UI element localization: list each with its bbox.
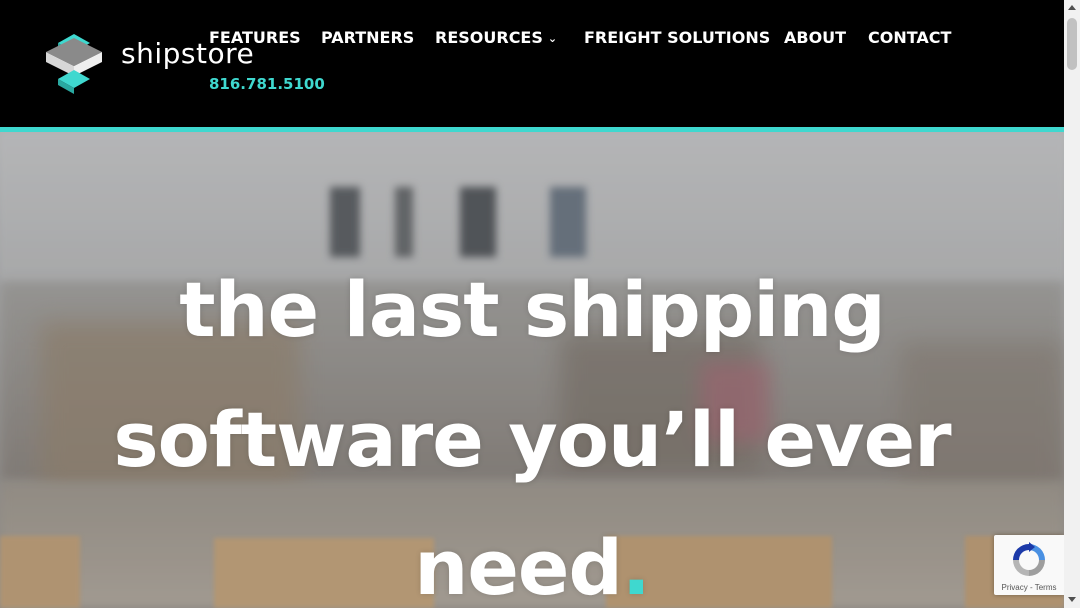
recaptcha-badge[interactable]: Privacy - Terms (994, 535, 1064, 595)
page: shipstore 816.781.5100 FEATURES PARTNERS… (0, 0, 1064, 608)
shipstore-logo-icon[interactable] (44, 30, 106, 96)
nav-item-contact[interactable]: CONTACT (868, 29, 951, 47)
scroll-up-button[interactable] (1064, 0, 1080, 16)
nav-item-label: FEATURES (209, 28, 301, 47)
chevron-down-icon: ⌄ (547, 32, 558, 45)
recaptcha-links[interactable]: Privacy - Terms (994, 583, 1064, 592)
hero-headline-period: . (621, 523, 651, 608)
hero-headline-word: need (414, 523, 623, 608)
hero-section: the last shipping software you’ll ever n… (0, 132, 1064, 608)
recaptcha-icon (1009, 540, 1049, 580)
arrow-down-icon (1068, 597, 1076, 602)
site-header: shipstore 816.781.5100 FEATURES PARTNERS… (0, 0, 1064, 128)
nav-item-partners[interactable]: PARTNERS (321, 29, 414, 47)
hero-headline-line-1: the last shipping (179, 265, 886, 354)
nav-item-label: PARTNERS (321, 28, 415, 47)
hero-headline-line-3: need. (0, 530, 1064, 606)
nav-item-about[interactable]: ABOUT (784, 29, 846, 47)
nav-item-label: ABOUT (784, 28, 847, 47)
nav-item-resources[interactable]: RESOURCES ⌄ (435, 29, 557, 48)
arrow-up-icon (1068, 5, 1076, 10)
nav-item-freight-solutions[interactable]: FREIGHT SOLUTIONS (584, 29, 770, 47)
phone-number[interactable]: 816.781.5100 (209, 77, 325, 92)
scroll-down-button[interactable] (1064, 592, 1080, 608)
nav-item-label: CONTACT (868, 28, 952, 47)
hero-headline-line-2: software you’ll ever (113, 395, 951, 484)
page-scrollbar[interactable] (1064, 0, 1080, 608)
scroll-thumb[interactable] (1067, 18, 1077, 70)
nav-item-features[interactable]: FEATURES (209, 29, 301, 47)
nav-item-label: FREIGHT SOLUTIONS (584, 28, 771, 47)
nav-item-label: RESOURCES (435, 28, 543, 47)
